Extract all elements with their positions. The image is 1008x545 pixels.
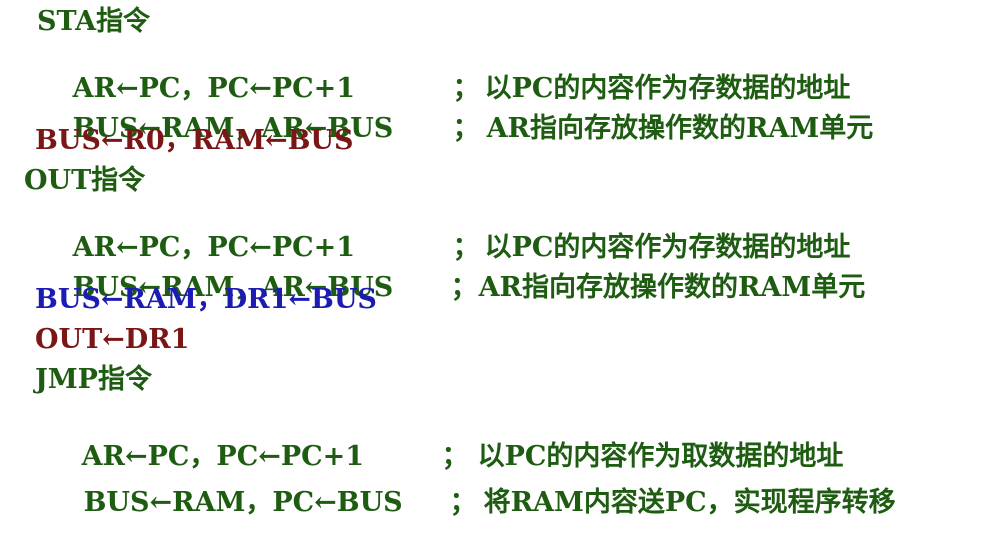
jmp-microop-2-separator: ； [449,487,477,518]
out-microop-line-3: BUS←RAM，DR1←BUS [35,284,377,315]
sta-microop-2-comment: AR指向存放操作数的RAM单元 [486,113,874,144]
jmp-microop-2-code: BUS←RAM，PC←BUS [83,487,403,518]
out-microop-line-4: OUT←DR1 [35,324,190,355]
jmp-microop-line-2: BUS←RAM，PC←BUS ；将RAM内容送PC，实现程序转移 [46,462,896,543]
instruction-slide: STA指令 AR←PC，PC←PC+1；以PC的内容作为存数据的地址 BUS←R… [0,0,1008,516]
jmp-microop-2-comment: 将RAM内容送PC，实现程序转移 [483,487,896,518]
sta-title: STA指令 [37,6,151,37]
out-microop-2-comment: AR指向存放操作数的RAM单元 [478,272,866,303]
jmp-title: JMP指令 [35,364,152,395]
sta-microop-2-separator: ； [452,113,480,144]
out-microop-2-separator: ； [450,272,478,303]
out-title: OUT指令 [24,165,146,196]
sta-microop-line-3: BUS←R0，RAM←BUS [35,125,354,156]
